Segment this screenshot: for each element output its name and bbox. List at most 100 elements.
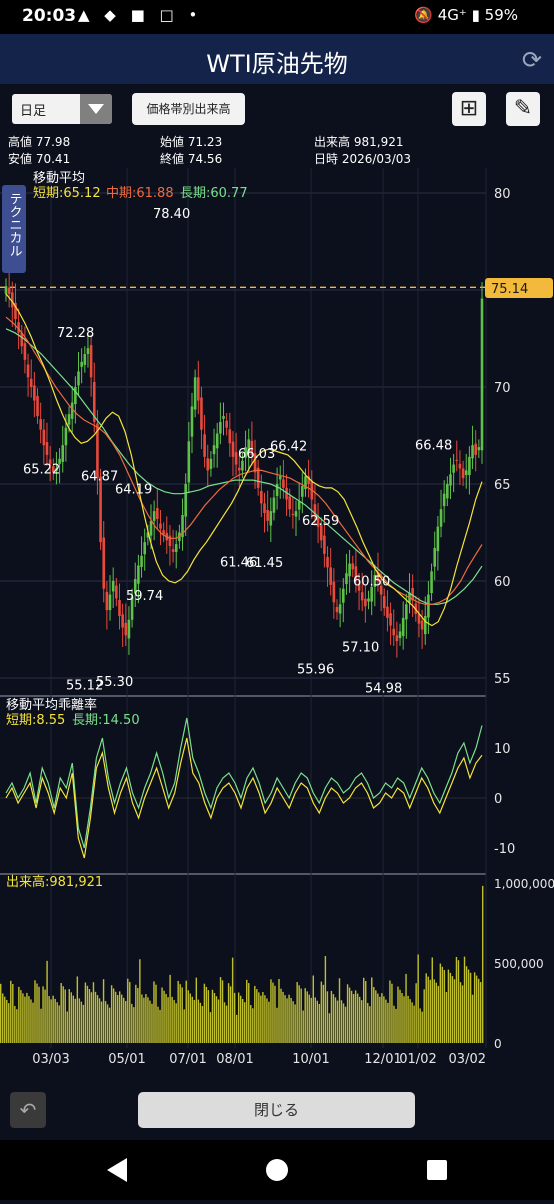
chevron-down-icon[interactable]	[80, 94, 112, 124]
page-title: WTI原油先物	[206, 50, 348, 78]
candle-body	[480, 298, 484, 451]
candle-body	[26, 364, 30, 378]
volume-bar	[135, 984, 137, 1043]
volume-bar	[328, 1013, 331, 1043]
candle-body	[288, 496, 292, 510]
candle-body	[206, 458, 210, 471]
price-annotation: 60.50	[353, 574, 390, 589]
high-value: 77.98	[35, 135, 71, 149]
volume-bar	[58, 1005, 60, 1043]
volume-bar	[322, 984, 325, 1043]
volume-bar	[356, 993, 359, 1043]
status-bar: 20:03 ▲ ◆ ■ □ • 🔕 4G⁺ ▮ 59%	[0, 0, 554, 34]
candle-body	[464, 470, 468, 476]
candle-body	[468, 456, 471, 476]
volume-bar	[149, 1000, 151, 1043]
volume-bar	[278, 979, 280, 1043]
close-button[interactable]: 閉じる	[138, 1092, 415, 1128]
volume-bar	[306, 991, 308, 1043]
volume-bar	[14, 1005, 16, 1043]
grid-layout-icon[interactable]: ⊞	[452, 92, 486, 126]
period-select[interactable]: 日足	[12, 94, 112, 124]
volume-bar	[369, 1006, 371, 1043]
candle-body	[156, 508, 159, 519]
candle-body	[143, 542, 147, 555]
info-col-1: 高値 77.98 安値 70.41	[8, 134, 70, 168]
volume-bar	[102, 979, 105, 1043]
volume-profile-button[interactable]: 価格帯別出来高	[132, 93, 245, 125]
status-right: 🔕 4G⁺ ▮ 59%	[414, 6, 518, 24]
volume-bar	[46, 960, 48, 1043]
chart-toolbar: 日足 価格帯別出来高 ⊞ ✎	[0, 84, 554, 134]
volume-panel-title: 出来高:981,921	[6, 874, 103, 890]
candle-body	[200, 397, 203, 430]
candle-body	[449, 474, 452, 486]
refresh-icon[interactable]: ⟳	[522, 46, 542, 74]
pencil-icon[interactable]: ✎	[506, 92, 540, 126]
volume-bar	[389, 980, 391, 1043]
candle-body	[427, 594, 430, 618]
x-tick-label: 03/02	[449, 1052, 486, 1067]
back-arrow-icon[interactable]: ↶	[10, 1092, 46, 1128]
high-label: 高値	[8, 135, 33, 149]
volume-bar	[48, 996, 50, 1043]
volume-bar	[348, 987, 351, 1043]
volume-bar	[314, 997, 317, 1043]
nav-recents-icon[interactable]	[427, 1160, 447, 1180]
volume-bar	[125, 1001, 127, 1043]
price-annotation: 55.30	[96, 675, 133, 690]
candle-body	[338, 604, 342, 614]
volume-bar	[242, 998, 244, 1043]
candle-body	[111, 581, 115, 592]
volume-bar	[477, 978, 480, 1043]
volume-bar	[451, 976, 454, 1043]
volume-bar	[246, 979, 248, 1043]
volume-bar	[223, 1002, 226, 1043]
candle-body	[215, 433, 219, 449]
price-annotation: 72.28	[57, 326, 94, 341]
volume-bar	[72, 995, 75, 1043]
candle-body	[477, 447, 481, 451]
candle-body	[436, 526, 440, 552]
candle-body	[127, 619, 131, 639]
technical-chart[interactable]: 807570656055100-101,000,000500,000003/03…	[0, 168, 554, 1068]
volume-bar	[203, 983, 206, 1043]
volume-bar	[338, 978, 341, 1043]
x-tick-label: 12/01	[364, 1052, 401, 1067]
volume-bar	[191, 996, 193, 1043]
volume-bar	[346, 984, 349, 1043]
network-indicator: 4G⁺	[437, 6, 467, 24]
price-annotation: 55.96	[297, 662, 334, 677]
volume-bar	[435, 982, 438, 1043]
candle-body	[4, 286, 8, 294]
deviation-panel-title: 移動平均乖離率	[6, 697, 97, 713]
chart-background	[0, 168, 554, 1068]
volume-bar	[401, 993, 403, 1043]
candle-body	[348, 563, 351, 577]
volume-bar	[320, 981, 323, 1043]
volume-bar	[365, 980, 367, 1043]
candle-body	[382, 596, 386, 609]
volume-bar	[288, 994, 290, 1043]
volume-bar	[308, 994, 310, 1043]
volume-bar	[304, 988, 306, 1043]
candle-body	[345, 573, 348, 585]
volume-bar	[352, 994, 355, 1043]
volume-bar	[221, 980, 224, 1043]
volume-bar	[260, 995, 262, 1043]
nav-back-icon[interactable]	[107, 1158, 127, 1182]
volume-bar	[375, 990, 377, 1043]
volume-bar	[44, 989, 46, 1043]
volume-bar	[244, 1002, 246, 1043]
candle-body	[266, 509, 269, 521]
volume-bar	[2, 993, 4, 1043]
nav-home-icon[interactable]	[266, 1159, 288, 1181]
candle-body	[225, 420, 228, 428]
volume-value: 981,921	[353, 135, 404, 149]
candle-body	[329, 567, 332, 585]
volume-bar	[161, 987, 163, 1043]
volume-bar	[183, 1009, 185, 1043]
candle-body	[42, 429, 46, 446]
candle-body	[196, 377, 200, 401]
volume-bar	[336, 1000, 339, 1043]
